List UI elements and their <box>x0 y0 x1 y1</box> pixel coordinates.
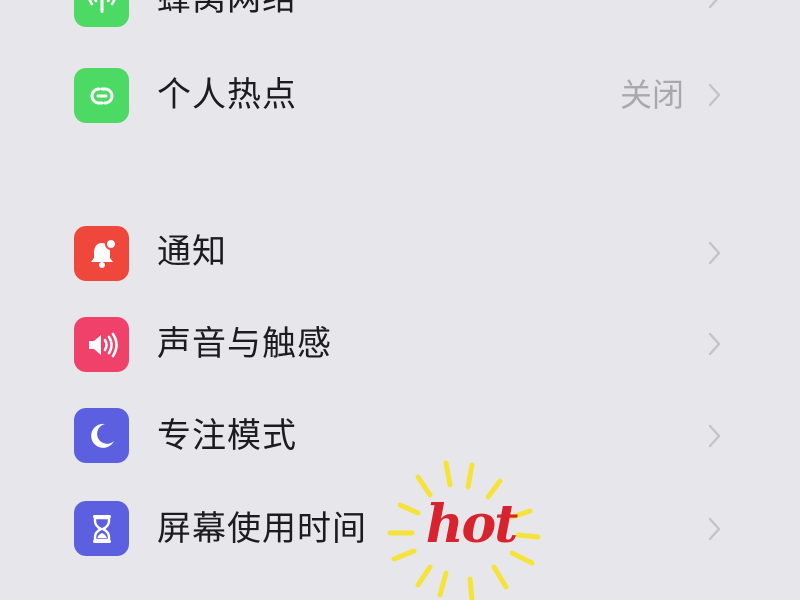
hot-sticker: hot <box>380 455 560 600</box>
chevron-right-icon <box>706 329 724 359</box>
bell-icon <box>74 226 129 281</box>
settings-row-label: 个人热点 <box>157 75 297 115</box>
settings-row-label: 通知 <box>157 232 227 272</box>
chevron-right-icon <box>706 238 724 268</box>
settings-row-hotspot[interactable]: 个人热点 关闭 <box>0 55 800 135</box>
chevron-right-icon <box>706 80 724 110</box>
hotspot-link-icon <box>74 68 129 123</box>
settings-screen: 蜂窝网络 个人热点 关闭 通知 <box>0 0 800 600</box>
settings-row-sounds[interactable]: 声音与触感 <box>0 304 800 384</box>
antenna-icon <box>74 0 129 27</box>
chevron-right-icon <box>706 514 724 544</box>
settings-row-label: 蜂窝网络 <box>157 0 297 19</box>
speaker-icon <box>74 317 129 372</box>
hourglass-icon <box>74 501 129 556</box>
chevron-right-icon <box>706 0 724 12</box>
settings-row-value: 关闭 <box>619 76 684 114</box>
settings-row-label: 屏幕使用时间 <box>157 509 367 549</box>
sticker-text: hot <box>425 494 519 555</box>
settings-row-label: 声音与触感 <box>157 324 332 364</box>
settings-row-cellular[interactable]: 蜂窝网络 <box>0 0 800 40</box>
settings-row-notifications[interactable]: 通知 <box>0 212 800 292</box>
moon-icon <box>74 408 129 463</box>
chevron-right-icon <box>706 421 724 451</box>
settings-row-label: 专注模式 <box>157 416 297 456</box>
